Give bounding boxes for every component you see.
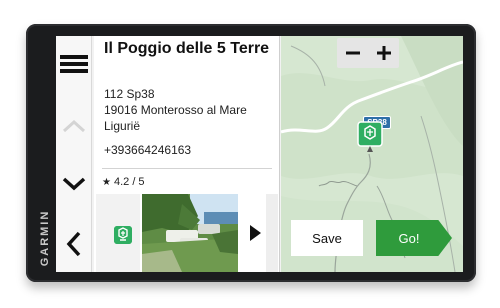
campground-pin-icon[interactable] (357, 121, 383, 153)
back-button[interactable] (56, 224, 92, 264)
chevron-up-icon (62, 119, 86, 133)
rating-value: 4.2 / 5 (113, 176, 145, 188)
chevron-down-icon (62, 177, 86, 191)
campsite-photo (142, 194, 238, 272)
plus-icon (376, 46, 391, 60)
place-name: Il Poggio delle 5 Terre (104, 40, 270, 57)
place-details-panel: Il Poggio delle 5 Terre 112 Sp38 19016 M… (94, 36, 280, 272)
zoom-in-button[interactable] (368, 38, 399, 68)
place-photo[interactable] (142, 194, 238, 272)
play-right-icon (250, 225, 261, 241)
phone-number[interactable]: +393664246163 (104, 143, 191, 157)
scroll-up-button[interactable] (56, 106, 92, 146)
chevron-left-icon (66, 231, 81, 257)
rating: ★ 4.2 / 5 (102, 176, 145, 188)
zoom-controls (337, 38, 399, 68)
screen: Il Poggio delle 5 Terre 112 Sp38 19016 M… (56, 36, 463, 272)
nav-column (56, 36, 92, 272)
go-button[interactable]: Go! (376, 220, 452, 256)
map-view[interactable]: SP38 Save Go! (281, 36, 463, 272)
address: 112 Sp38 19016 Monterosso al Mare Liguri… (104, 86, 276, 134)
address-line-1: 112 Sp38 (104, 87, 155, 101)
star-icon: ★ (102, 176, 111, 188)
zoom-out-button[interactable] (337, 38, 368, 68)
divider (102, 168, 272, 169)
menu-button[interactable] (56, 44, 92, 84)
gallery-edge (266, 194, 278, 272)
next-photo-button[interactable] (244, 221, 266, 245)
address-line-2: 19016 Monterosso al Mare (104, 103, 247, 117)
scroll-down-button[interactable] (56, 164, 92, 204)
minus-icon (345, 51, 360, 55)
address-line-3: Ligurië (104, 119, 141, 133)
parking-icon (114, 226, 132, 244)
save-button[interactable]: Save (291, 220, 363, 256)
hamburger-icon (60, 52, 88, 76)
photo-gallery (96, 194, 278, 272)
